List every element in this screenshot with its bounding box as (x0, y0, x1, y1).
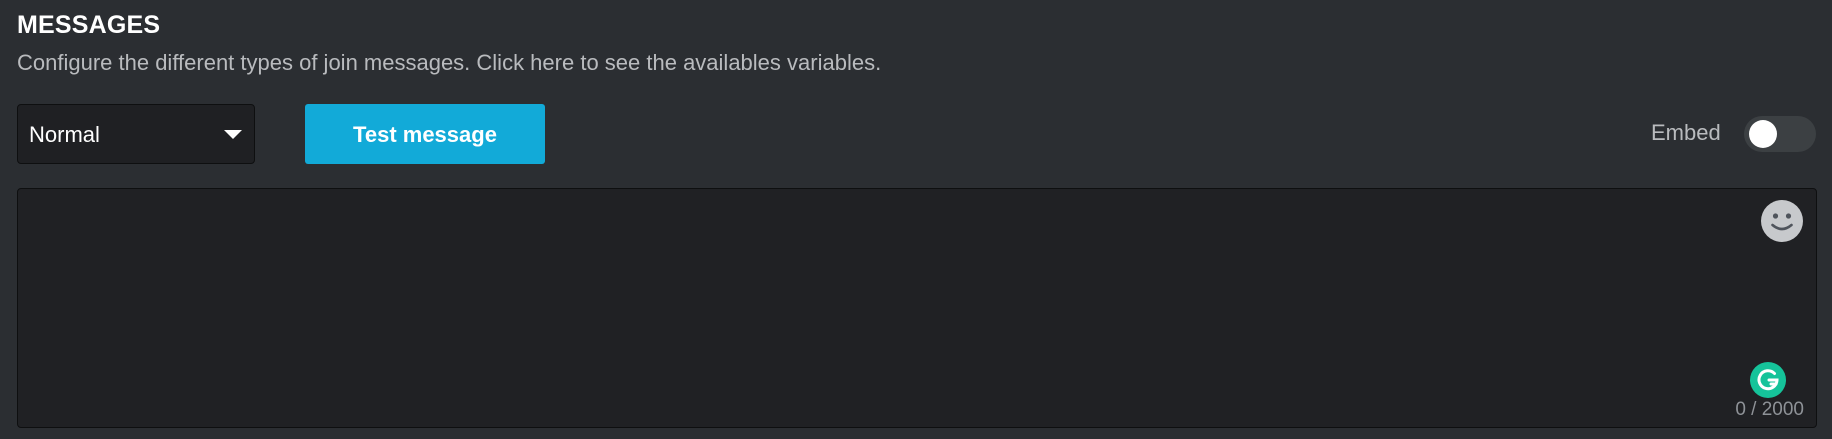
embed-label: Embed (1651, 120, 1721, 145)
message-type-value: Normal (29, 122, 100, 147)
embed-toggle[interactable] (1744, 116, 1816, 152)
chevron-down-icon (224, 130, 242, 139)
toggle-knob (1749, 120, 1777, 148)
section-description[interactable]: Configure the different types of join me… (17, 50, 881, 76)
grammarly-icon[interactable] (1750, 362, 1786, 398)
smiley-face-icon[interactable] (1760, 199, 1804, 243)
character-counter: 0 / 2000 (1735, 399, 1804, 420)
test-message-button[interactable]: Test message (305, 104, 545, 164)
message-textarea[interactable] (17, 188, 1817, 428)
section-title: MESSAGES (17, 11, 161, 39)
message-type-select[interactable]: Normal (17, 104, 255, 164)
